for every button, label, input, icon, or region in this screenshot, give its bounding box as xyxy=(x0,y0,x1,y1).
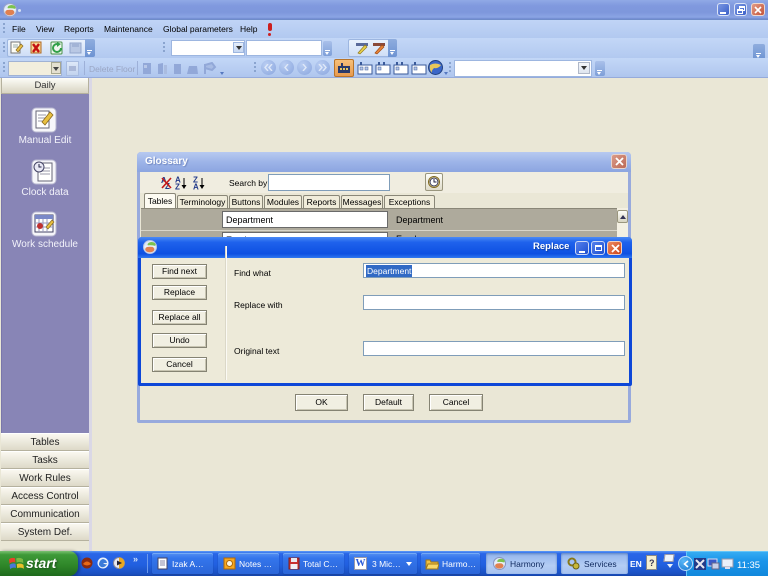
svg-text:Z: Z xyxy=(175,183,180,191)
svg-text:A: A xyxy=(193,183,199,191)
